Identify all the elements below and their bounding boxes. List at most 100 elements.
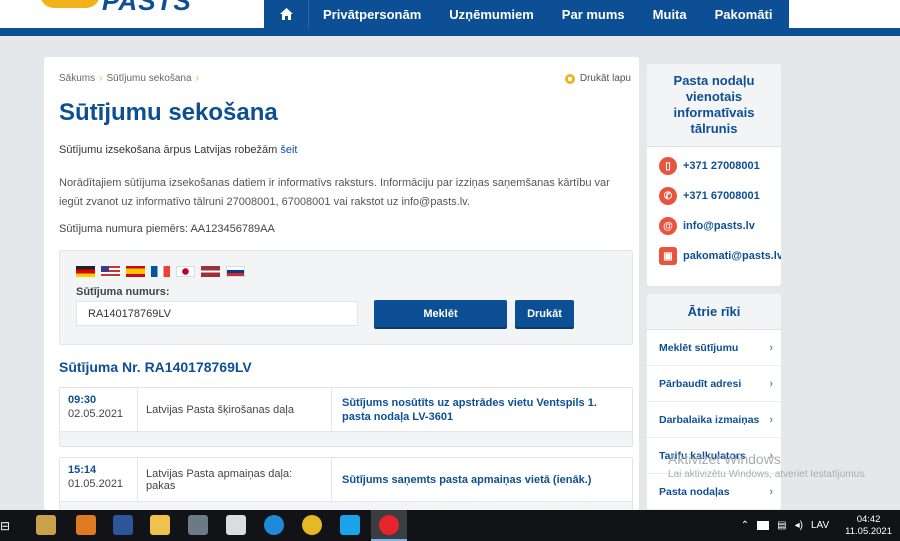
clock-time: 04:42: [856, 513, 881, 525]
word-icon[interactable]: [113, 515, 133, 535]
print-button[interactable]: Drukāt: [515, 300, 574, 327]
paint-app-icon[interactable]: [36, 515, 56, 535]
chevron-right-icon: ›: [769, 485, 773, 498]
app-gray-icon[interactable]: [188, 515, 208, 535]
chevron-right-icon: ›: [769, 413, 773, 426]
tool-check-address[interactable]: Pārbaudīt adresi ›: [647, 366, 781, 402]
event-datetime: 09:30 02.05.2021: [60, 388, 138, 431]
chevron-right-icon: ›: [769, 377, 773, 390]
home-icon[interactable]: [264, 0, 309, 28]
mobile-phone-icon: ▯: [659, 157, 677, 175]
nav-item-par-mums[interactable]: Par mums: [548, 0, 639, 28]
opera-icon[interactable]: [379, 515, 399, 535]
chevron-right-icon: ›: [769, 341, 773, 354]
contact-phone-mobile[interactable]: ▯ +371 27008001: [647, 151, 781, 181]
search-button[interactable]: Meklēt: [374, 300, 507, 327]
flag-jp-icon[interactable]: [176, 266, 195, 277]
task-view-icon[interactable]: ⊟: [0, 519, 12, 533]
edge-icon[interactable]: [264, 515, 284, 535]
pasts-logo[interactable]: PASTS: [40, 0, 210, 16]
nav-item-uznemumiem[interactable]: Uzņēmumiem: [435, 0, 548, 28]
contact-phone-landline[interactable]: ✆ +371 67008001: [647, 181, 781, 211]
tracking-number-input[interactable]: [76, 301, 358, 326]
contact-panel-title: Pasta nodaļu vienotais informatīvais tāl…: [647, 64, 781, 147]
event-datetime: 15:14 01.05.2021: [60, 458, 138, 501]
parcel-locker-icon: ▣: [659, 247, 677, 265]
intro-text: Sūtījumu izsekošana ārpus Latvijas robež…: [59, 144, 297, 156]
flag-fr-icon[interactable]: [151, 266, 170, 277]
flag-en-icon[interactable]: [101, 266, 120, 277]
tracking-number-label: Sūtījuma numurs:: [76, 286, 170, 298]
clock[interactable]: 04:42 11.05.2021: [845, 514, 892, 538]
tool-track-parcel[interactable]: Meklēt sūtījumu ›: [647, 330, 781, 366]
example-text: Sūtījuma numura piemērs: AA123456789AA: [59, 223, 275, 235]
event-time: 15:14: [68, 464, 97, 476]
flag-de-icon[interactable]: [76, 266, 95, 277]
phone-icon: ✆: [659, 187, 677, 205]
nav-item-pakomati[interactable]: Pakomāti: [701, 0, 787, 28]
main-content: Sākums › Sūtījumu sekošana › Drukāt lapu Sū…: [44, 57, 639, 510]
print-page-label: Drukāt lapu: [579, 73, 631, 84]
clock-date: 11.05.2021: [845, 525, 892, 537]
intro-label: Sūtījumu izsekošana ārpus Latvijas robež…: [59, 144, 281, 156]
event-status: Sūtījums nosūtīts uz apstrādes vietu Ven…: [342, 396, 597, 423]
watermark-subtitle: Lai aktivizētu Windows, atveriet Iestatī…: [668, 469, 867, 480]
tracking-event-row: 15:14 01.05.2021 Latvijas Pasta apmaiņas…: [60, 458, 632, 502]
page-title: Sūtījumu sekošana: [59, 99, 278, 126]
breadcrumb-chevron-icon: ›: [195, 73, 199, 84]
event-time: 09:30: [68, 394, 97, 406]
camera-app-icon[interactable]: [226, 515, 246, 535]
contact-panel: Pasta nodaļu vienotais informatīvais tāl…: [647, 64, 781, 286]
flag-lv-icon[interactable]: [201, 266, 220, 277]
chrome-icon[interactable]: [302, 515, 322, 535]
breadcrumb-home[interactable]: Sākums: [59, 73, 95, 84]
tracking-event: 09:30 02.05.2021 Latvijas Pasta šķirošan…: [59, 387, 633, 447]
breadcrumb-current[interactable]: Sūtījumu sekošana: [106, 73, 191, 84]
system-tray: ⌃ ▤ ◂) LAV 04:42 11.05.2021: [741, 510, 892, 541]
event-date: 01.05.2021: [68, 478, 124, 490]
quick-tools-title: Ātrie rīki: [647, 294, 781, 330]
active-taskbar-slot[interactable]: [371, 510, 407, 541]
intro-link[interactable]: šeit: [280, 144, 297, 156]
flag-es-icon[interactable]: [126, 266, 145, 277]
speaker-icon[interactable]: ◂): [795, 520, 803, 531]
tracking-event-row: 09:30 02.05.2021 Latvijas Pasta šķirošan…: [60, 388, 632, 432]
app-orange-icon[interactable]: [76, 515, 96, 535]
file-explorer-icon[interactable]: [150, 515, 170, 535]
tool-label: Darbalaika izmaiņas: [659, 413, 760, 426]
tracking-search-box: Sūtījuma numurs: Meklēt Drukāt: [59, 250, 633, 345]
print-page-link[interactable]: Drukāt lapu: [564, 73, 631, 84]
top-navigation: Privātpersonām Uzņēmumiem Par mums Muita…: [264, 0, 789, 28]
printer-icon: [564, 73, 575, 84]
contact-label: +371 27008001: [683, 160, 760, 172]
contact-label: info@pasts.lv: [683, 220, 755, 232]
nav-item-muita[interactable]: Muita: [639, 0, 701, 28]
contact-email-info[interactable]: @ info@pasts.lv: [647, 211, 781, 241]
site-header: PASTS Privātpersonām Uzņēmumiem Par mums…: [0, 0, 900, 28]
language-indicator[interactable]: LAV: [811, 520, 829, 531]
logo-text: PASTS: [102, 0, 192, 16]
notice-text: Norādītajiem sūtījuma izsekošanas datiem…: [59, 177, 610, 208]
contact-email-pakomati[interactable]: ▣ pakomati@pasts.lv: [647, 241, 781, 271]
windows-taskbar: ⊟ ⌃ ▤ ◂) LAV 04:42 11.05.2021: [0, 510, 900, 541]
network-icon[interactable]: ▤: [777, 520, 786, 531]
flag-ru-icon[interactable]: [226, 266, 245, 277]
watermark-title: Aktivizēt Windows: [668, 451, 781, 467]
event-date: 02.05.2021: [68, 408, 124, 420]
battery-icon[interactable]: [757, 521, 770, 530]
contact-label: +371 67008001: [683, 190, 760, 202]
header-blue-band: [0, 28, 900, 36]
breadcrumb: Sākums › Sūtījumu sekošana ›: [59, 73, 203, 84]
skype-icon[interactable]: [340, 515, 360, 535]
language-flags: [76, 266, 245, 277]
event-status: Sūtījums saņemts pasta apmaiņas vietā (i…: [342, 473, 592, 486]
chevron-up-icon[interactable]: ⌃: [741, 520, 749, 531]
windows-activation-watermark: Aktivizēt Windows Lai aktivizētu Windows…: [668, 451, 867, 480]
contact-label: pakomati@pasts.lv: [683, 250, 781, 262]
tool-label: Pasta nodaļas: [659, 485, 730, 498]
event-location: Latvijas Pasta šķirošanas daļa: [138, 388, 332, 431]
nav-item-privatpersonam[interactable]: Privātpersonām: [309, 0, 435, 28]
logo-drum-icon: [40, 0, 100, 8]
tool-working-hours[interactable]: Darbalaika izmaiņas ›: [647, 402, 781, 438]
tracking-event: 15:14 01.05.2021 Latvijas Pasta apmaiņas…: [59, 457, 633, 510]
